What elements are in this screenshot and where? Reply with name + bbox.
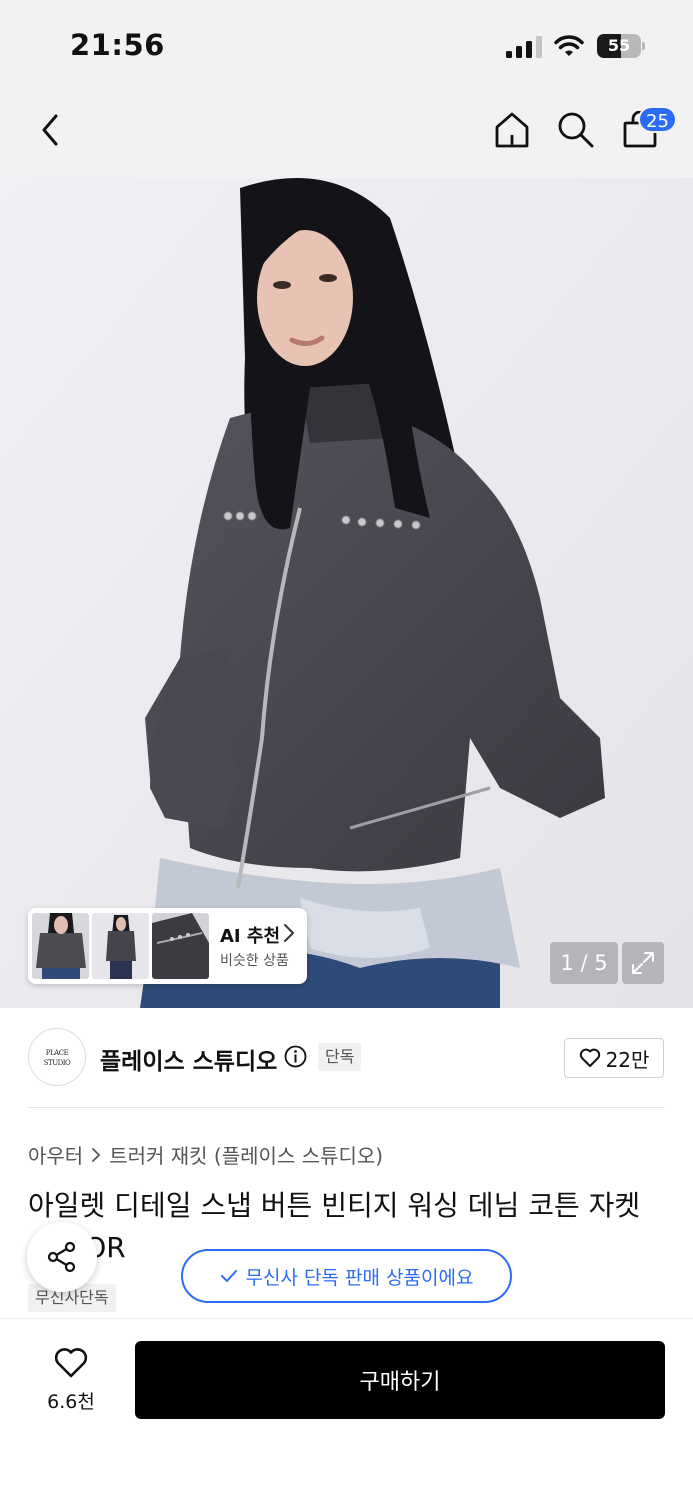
ai-recommendation-card[interactable]: AI 추천 비슷한 상품 bbox=[28, 908, 307, 984]
bottom-action-bar: 6.6천 구매하기 bbox=[0, 1318, 693, 1500]
ai-thumbnail-2[interactable] bbox=[92, 913, 149, 979]
toast-message: 무신사 단독 판매 상품이에요 bbox=[245, 1266, 474, 1289]
breadcrumb-subcategory[interactable]: 트러커 재킷 (플레이스 스튜디오) bbox=[109, 1140, 383, 1169]
brand-logo[interactable]: PLACE STUDIO bbox=[28, 1028, 86, 1086]
exclusive-tag: 단독 bbox=[318, 1043, 362, 1071]
product-photo bbox=[0, 178, 693, 1008]
home-icon bbox=[495, 112, 529, 148]
heart-icon bbox=[579, 1048, 600, 1067]
exclusive-toast: 무신사 단독 판매 상품이에요 bbox=[181, 1249, 512, 1303]
brand-logo-text-line: STUDIO bbox=[44, 1059, 71, 1067]
buy-button[interactable]: 구매하기 bbox=[135, 1341, 665, 1419]
back-button[interactable] bbox=[30, 110, 70, 150]
ai-thumbnail-3[interactable] bbox=[152, 913, 209, 979]
chevron-left-icon bbox=[42, 114, 58, 146]
status-bar: 21:56 55 bbox=[0, 0, 693, 92]
info-icon[interactable] bbox=[284, 1045, 307, 1068]
share-button[interactable] bbox=[27, 1222, 97, 1292]
breadcrumb-category[interactable]: 아우터 bbox=[28, 1140, 83, 1169]
brand-like-button[interactable]: 22만 bbox=[564, 1038, 664, 1078]
thumbnail-image bbox=[32, 913, 89, 979]
thumbnail-image bbox=[92, 913, 149, 979]
breadcrumb: 아우터 트러커 재킷 (플레이스 스튜디오) bbox=[28, 1140, 383, 1169]
check-icon bbox=[220, 1270, 237, 1282]
battery-body: 55 bbox=[597, 34, 641, 58]
divider bbox=[28, 1107, 665, 1108]
cart-count-badge: 25 bbox=[638, 106, 677, 133]
image-pager-indicator: 1 / 5 bbox=[550, 942, 618, 984]
wishlist-button[interactable]: 6.6천 bbox=[36, 1343, 106, 1417]
top-nav-bar: 25 bbox=[0, 92, 693, 178]
expand-image-button[interactable] bbox=[622, 942, 664, 984]
chevron-right-icon bbox=[284, 924, 294, 942]
ai-recommend-title: AI 추천 bbox=[220, 926, 281, 947]
brand-row: PLACE STUDIO 플레이스 스튜디오 단독 22만 bbox=[0, 1008, 693, 1108]
search-icon bbox=[558, 112, 594, 148]
brand-logo-mark: PLACE STUDIO bbox=[44, 1049, 72, 1067]
cellular-signal-icon bbox=[506, 36, 542, 58]
brand-like-count: 22만 bbox=[605, 1047, 650, 1072]
battery-indicator: 55 bbox=[597, 34, 645, 58]
battery-tip bbox=[642, 42, 645, 50]
wishlist-count: 6.6천 bbox=[47, 1391, 95, 1413]
wifi-icon bbox=[554, 35, 584, 56]
brand-name[interactable]: 플레이스 스튜디오 bbox=[100, 1042, 277, 1076]
search-button[interactable] bbox=[554, 108, 598, 152]
home-button[interactable] bbox=[490, 108, 534, 152]
ai-thumbnail-1[interactable] bbox=[32, 913, 89, 979]
expand-icon bbox=[632, 952, 654, 974]
heart-icon bbox=[54, 1348, 88, 1378]
brand-logo-text-line: PLACE bbox=[46, 1049, 69, 1057]
ai-recommend-subtitle: 비슷한 상품 bbox=[220, 953, 289, 969]
status-time: 21:56 bbox=[70, 28, 165, 62]
thumbnail-image bbox=[152, 913, 209, 979]
battery-percent: 55 bbox=[607, 36, 631, 55]
share-icon bbox=[47, 1241, 76, 1273]
chevron-right-icon bbox=[91, 1147, 101, 1163]
product-main-image[interactable] bbox=[0, 178, 693, 1008]
